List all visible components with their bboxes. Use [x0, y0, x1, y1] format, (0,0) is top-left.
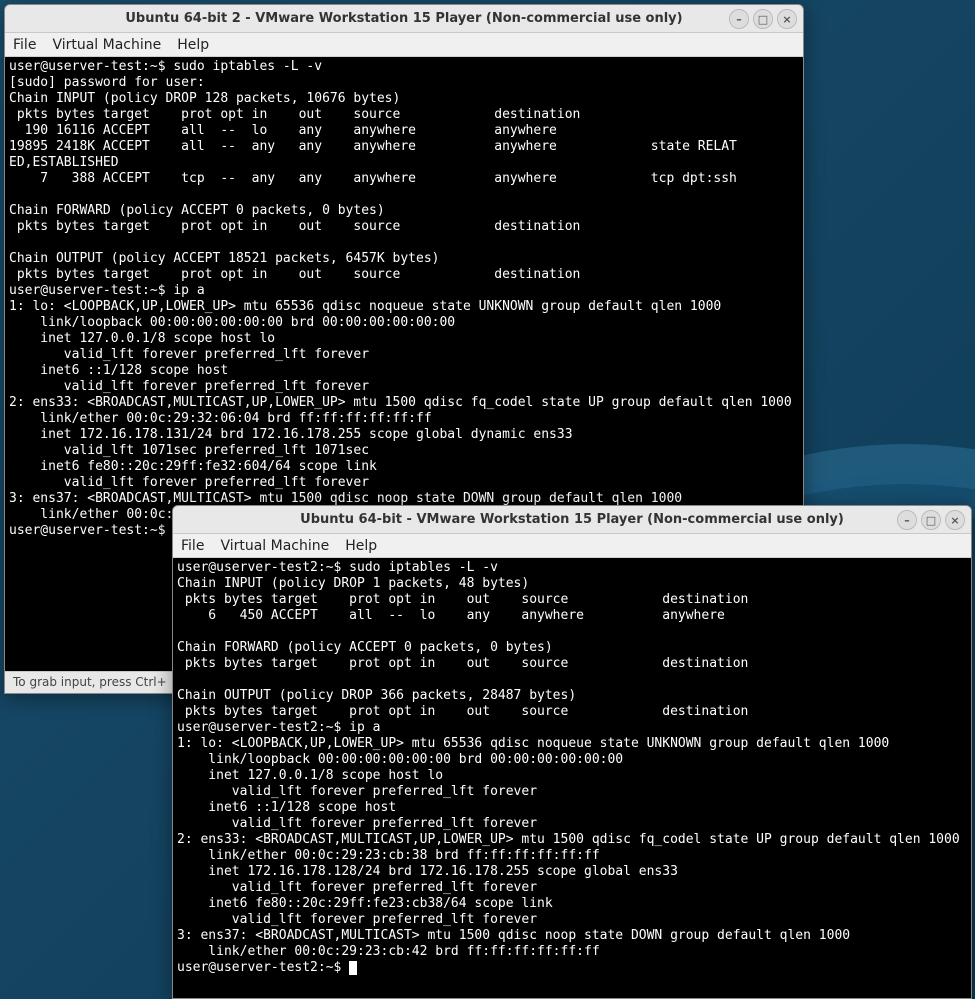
menu-virtual-machine[interactable]: Virtual Machine: [52, 37, 161, 53]
menu-file[interactable]: File: [13, 37, 36, 53]
close-button[interactable]: ×: [777, 9, 797, 29]
close-icon: ×: [782, 14, 791, 25]
minimize-button[interactable]: –: [729, 9, 749, 29]
window-controls: – □ ×: [729, 9, 797, 29]
close-icon: ×: [950, 515, 959, 526]
maximize-button[interactable]: □: [753, 9, 773, 29]
menu-help[interactable]: Help: [345, 538, 377, 554]
vmware-window-2: Ubuntu 64-bit - VMware Workstation 15 Pl…: [172, 505, 972, 999]
titlebar[interactable]: Ubuntu 64-bit 2 - VMware Workstation 15 …: [5, 5, 803, 33]
maximize-icon: □: [926, 515, 936, 526]
maximize-button[interactable]: □: [921, 510, 941, 530]
window-title: Ubuntu 64-bit 2 - VMware Workstation 15 …: [125, 11, 682, 26]
titlebar[interactable]: Ubuntu 64-bit - VMware Workstation 15 Pl…: [173, 506, 971, 534]
window-title: Ubuntu 64-bit - VMware Workstation 15 Pl…: [300, 512, 844, 527]
maximize-icon: □: [758, 14, 768, 25]
menu-help[interactable]: Help: [177, 37, 209, 53]
window-controls: – □ ×: [897, 510, 965, 530]
minimize-icon: –: [904, 515, 910, 526]
menubar: File Virtual Machine Help: [173, 534, 971, 558]
menu-file[interactable]: File: [181, 538, 204, 554]
minimize-button[interactable]: –: [897, 510, 917, 530]
terminal-cursor: [349, 961, 357, 975]
menubar: File Virtual Machine Help: [5, 33, 803, 57]
menu-virtual-machine[interactable]: Virtual Machine: [220, 538, 329, 554]
terminal-output[interactable]: user@userver-test2:~$ sudo iptables -L -…: [173, 558, 971, 998]
close-button[interactable]: ×: [945, 510, 965, 530]
minimize-icon: –: [736, 14, 742, 25]
status-text: To grab input, press Ctrl+: [13, 675, 167, 689]
